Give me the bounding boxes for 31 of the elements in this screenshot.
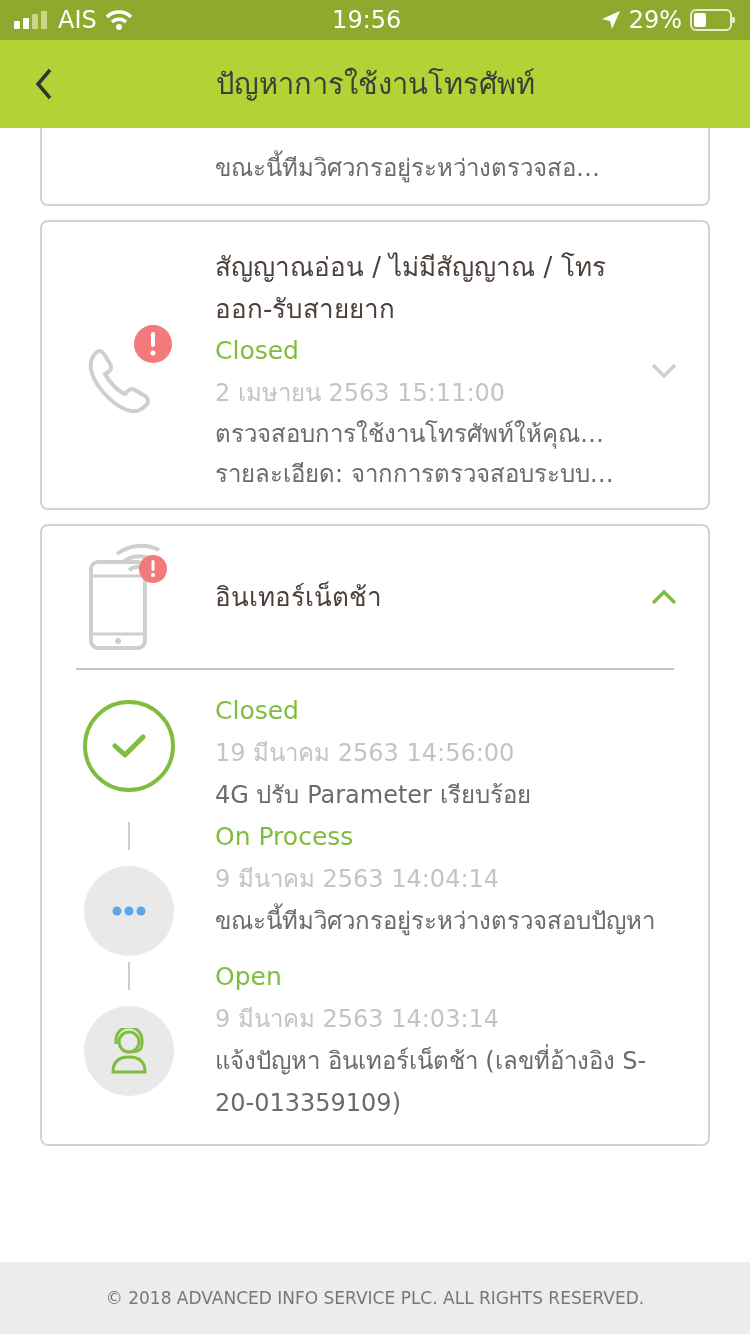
ticket-status: Closed bbox=[215, 335, 300, 367]
event-status: Closed bbox=[215, 695, 300, 727]
event-description: 4G ปรับ Parameter เรียบร้อย bbox=[215, 780, 532, 811]
collapse-button[interactable] bbox=[650, 588, 678, 606]
battery-percent: 29% bbox=[628, 6, 682, 34]
support-agent-icon bbox=[109, 1028, 148, 1074]
carrier-name: AIS bbox=[58, 6, 97, 34]
ticket-title: สัญญาณอ่อน / ไม่มีสัญญาณ / โทรออก-รับสายยาก bbox=[215, 251, 607, 326]
ticket-summary: ขณะนี้ทีมวิศวกรอยู่ระหว่างตรวจสอ… bbox=[215, 148, 708, 188]
event-status: Open bbox=[215, 961, 283, 993]
wifi-icon bbox=[104, 9, 133, 31]
event-status: On Process bbox=[215, 821, 355, 853]
ticket-date: 2 เมษายน 2563 15:11:00 bbox=[215, 378, 507, 409]
event-description: แจ้งปัญหา อินเทอร์เน็ตช้า (เลขที่อ้างอิง S-20-013359109) bbox=[215, 1040, 678, 1124]
ticket-summary: รายละเอียด: จากการตรวจสอบระบบ… bbox=[215, 459, 615, 490]
event-date: 9 มีนาคม 2563 14:03:14 bbox=[215, 1004, 501, 1035]
event-description: ขณะนี้ทีมวิศวกรอยู่ระหว่างตรวจสอบปัญหา bbox=[215, 900, 678, 942]
event-date: 9 มีนาคม 2563 14:04:14 bbox=[215, 864, 501, 895]
location-arrow-icon bbox=[600, 10, 621, 30]
clock-time: 19:56 bbox=[332, 6, 402, 34]
battery-icon bbox=[690, 9, 736, 31]
signal-icon bbox=[14, 11, 50, 29]
expand-button[interactable] bbox=[650, 361, 678, 379]
checkmark-icon bbox=[111, 733, 146, 759]
copyright-text: © 2018 ADVANCED INFO SERVICE PLC. ALL RIGHTS RESERVED. bbox=[105, 1288, 645, 1308]
more-dots-icon bbox=[111, 906, 146, 916]
ticket-card[interactable]: ขณะนี้ทีมวิศวกรอยู่ระหว่างตรวจสอ… bbox=[40, 128, 710, 206]
ticket-summary: ตรวจสอบการใช้งานโทรศัพท์ให้คุณ… bbox=[215, 419, 605, 451]
ticket-title: อินเทอร์เน็ตช้า bbox=[215, 580, 383, 614]
page-title: ปัญหาการใช้งานโทรศัพท์ bbox=[215, 66, 535, 103]
event-date: 19 มีนาคม 2563 14:56:00 bbox=[215, 738, 516, 769]
